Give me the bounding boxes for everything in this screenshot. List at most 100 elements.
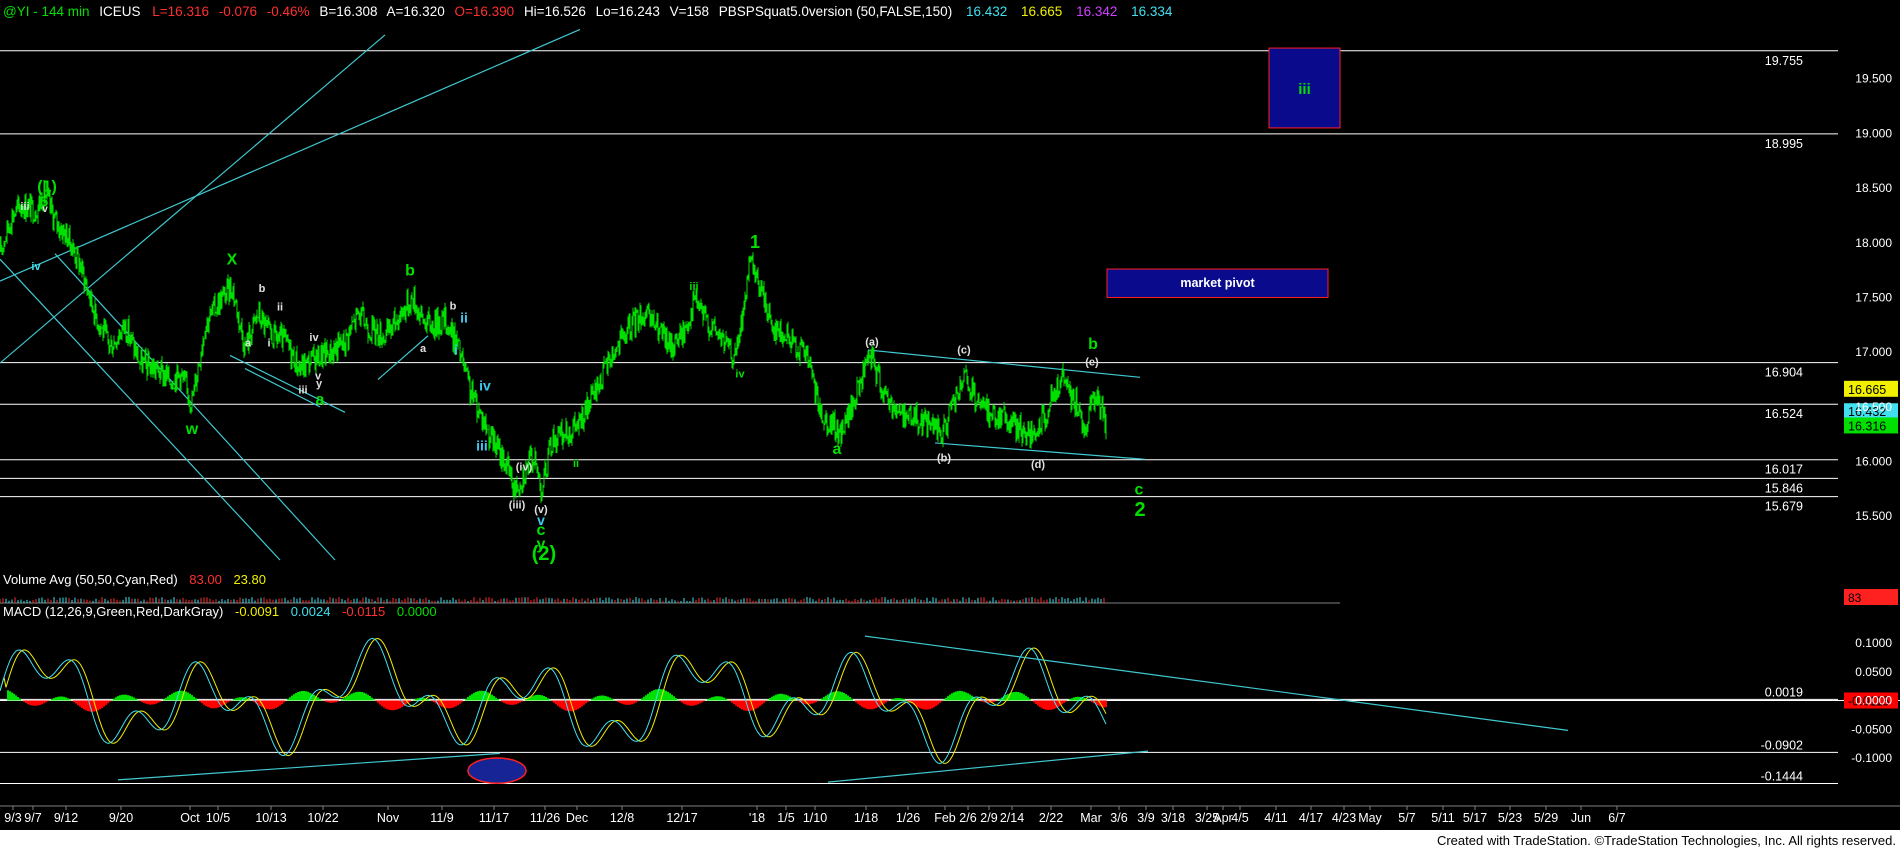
header-ind-value-2: 16.665 bbox=[1021, 4, 1062, 19]
x-tick-label-25: Mar bbox=[1080, 811, 1102, 825]
wave-label-37: (b) bbox=[937, 453, 951, 465]
level-label-6: 15.679 bbox=[1765, 500, 1803, 514]
volume-label: Volume Avg (50,50,Cyan,Red) bbox=[3, 572, 178, 587]
wave-label-2: iii bbox=[20, 201, 29, 213]
wave-label-9: a bbox=[245, 338, 252, 350]
wave-label-20: i bbox=[454, 341, 458, 357]
wave-label-8: ii bbox=[277, 302, 283, 314]
header-bid: B=16.308 bbox=[319, 4, 377, 19]
header-exchange: ICEUS bbox=[99, 4, 140, 19]
x-tick-label-37: 5/11 bbox=[1431, 811, 1454, 825]
macd-level-label-2: -0.1444 bbox=[1761, 770, 1803, 784]
level-label-5: 15.846 bbox=[1765, 481, 1803, 495]
wave-label-15: a bbox=[316, 392, 325, 409]
x-tick-label-17: 1/10 bbox=[803, 811, 827, 825]
header-indicator: PBSPSquat5.0version (50,FALSE,150) bbox=[719, 4, 952, 19]
wave-label-5: w bbox=[185, 421, 199, 438]
x-tick-label-24: 2/22 bbox=[1039, 811, 1063, 825]
header-last: L=16.316 bbox=[152, 4, 209, 19]
wave-label-17: a bbox=[420, 343, 427, 355]
x-tick-label-8: Nov bbox=[377, 811, 400, 825]
price-tick-5: 17.000 bbox=[1855, 345, 1892, 359]
chart-background bbox=[0, 0, 1900, 830]
price-tick-7: 16.000 bbox=[1855, 455, 1892, 469]
box-label-1: iii bbox=[1298, 81, 1311, 98]
wave-label-21: iv bbox=[479, 377, 491, 393]
macd-level-label-0: 0.0019 bbox=[1765, 685, 1803, 699]
macd-tick-1: 0.0500 bbox=[1855, 665, 1892, 679]
price-tick-8: 15.500 bbox=[1855, 509, 1892, 523]
price-chart-svg[interactable]: 19.755 18.995 16.904 16.524 16.017 15.846 15.6… bbox=[0, 0, 1900, 850]
x-tick-label-21: 2/6 bbox=[959, 811, 976, 825]
x-tick-label-39: 5/23 bbox=[1498, 811, 1522, 825]
price-tick-3: 18.000 bbox=[1855, 236, 1892, 250]
level-label-2: 16.904 bbox=[1765, 366, 1803, 380]
x-tick-label-35: May bbox=[1358, 811, 1382, 825]
header-pct: -0.46% bbox=[267, 4, 310, 19]
x-tick-label-38: 5/17 bbox=[1463, 811, 1487, 825]
wave-label-33: 1 bbox=[750, 232, 760, 252]
wave-label-31: iii bbox=[689, 281, 698, 293]
wave-label-12: iii bbox=[298, 385, 307, 397]
x-tick-label-0: 9/3 bbox=[4, 811, 21, 825]
header-ask: A=16.320 bbox=[387, 4, 445, 19]
x-tick-label-6: 10/13 bbox=[255, 811, 286, 825]
x-tick-label-33: 4/17 bbox=[1299, 811, 1323, 825]
macd-highlight-oval bbox=[467, 757, 527, 785]
x-tick-label-27: 3/9 bbox=[1137, 811, 1154, 825]
volume-axis-badge-text: 83 bbox=[1848, 591, 1862, 605]
x-tick-label-2: 9/12 bbox=[54, 811, 78, 825]
x-tick-label-28: 3/18 bbox=[1161, 811, 1185, 825]
x-tick-label-5: 10/5 bbox=[206, 811, 230, 825]
volume-value-2: 23.80 bbox=[233, 572, 266, 587]
wave-label-29: (2) bbox=[532, 543, 556, 565]
wave-label-39: (e) bbox=[1085, 356, 1099, 368]
x-tick-label-12: Dec bbox=[566, 811, 588, 825]
price-tick-1: 19.000 bbox=[1855, 126, 1892, 140]
macd-tick-3: -0.0500 bbox=[1851, 722, 1892, 736]
footer-credit: Created with TradeStation. ©TradeStation… bbox=[1437, 833, 1896, 848]
wave-label-4: v bbox=[42, 204, 48, 215]
volume-value-1: 83.00 bbox=[189, 572, 222, 587]
wave-label-14: y bbox=[316, 378, 323, 390]
x-tick-label-4: Oct bbox=[180, 811, 200, 825]
header-high: Hi=16.526 bbox=[524, 4, 586, 19]
wave-label-10: i bbox=[267, 338, 270, 350]
x-tick-label-36: 5/7 bbox=[1398, 811, 1415, 825]
header-ind-value-3: 16.342 bbox=[1076, 4, 1117, 19]
wave-label-30: ii bbox=[573, 458, 579, 470]
macd-level-label-1: -0.0902 bbox=[1761, 738, 1803, 752]
x-tick-label-15: '18 bbox=[749, 811, 765, 825]
x-tick-label-3: 9/20 bbox=[109, 811, 133, 825]
wave-label-42: 2 bbox=[1134, 499, 1145, 521]
x-tick-label-11: 11/26 bbox=[530, 811, 560, 825]
header-volume: V=158 bbox=[670, 4, 709, 19]
wave-label-24: (iii) bbox=[509, 500, 526, 512]
x-tick-label-34: 4/23 bbox=[1332, 811, 1356, 825]
wave-label-16: b bbox=[405, 263, 415, 280]
x-tick-label-22: 2/9 bbox=[980, 811, 997, 825]
macd-tick-0: 0.1000 bbox=[1855, 636, 1892, 650]
x-tick-label-26: 3/6 bbox=[1110, 811, 1127, 825]
wave-label-23: (iv) bbox=[516, 461, 533, 473]
chart-window: 19.755 18.995 16.904 16.524 16.017 15.846 15.6… bbox=[0, 0, 1900, 850]
x-tick-label-1: 9/7 bbox=[24, 811, 41, 825]
wave-label-36: (c) bbox=[957, 344, 971, 356]
x-tick-label-9: 11/9 bbox=[430, 811, 453, 825]
level-label-3: 16.524 bbox=[1765, 407, 1803, 421]
wave-label-35: a bbox=[833, 441, 842, 458]
x-tick-label-13: 12/8 bbox=[610, 811, 634, 825]
macd-label: MACD (12,26,9,Green,Red,DarkGray) bbox=[3, 604, 223, 619]
x-tick-label-16: 1/5 bbox=[777, 811, 794, 825]
header-ind-value-4: 16.334 bbox=[1131, 4, 1173, 19]
header-ind-value-1: 16.432 bbox=[966, 4, 1007, 19]
wave-label-40: b bbox=[1088, 336, 1098, 353]
header-change: -0.076 bbox=[219, 4, 257, 19]
macd-tick-2: 0.0000 bbox=[1855, 694, 1892, 708]
wave-label-19: ii bbox=[460, 310, 468, 326]
x-tick-label-18: 1/18 bbox=[854, 811, 878, 825]
macd-tick-4: -0.1000 bbox=[1851, 751, 1892, 765]
price-badge-text-0: 16.665 bbox=[1848, 383, 1886, 397]
x-tick-label-14: 12/17 bbox=[666, 811, 697, 825]
x-tick-label-20: Feb bbox=[934, 811, 956, 825]
